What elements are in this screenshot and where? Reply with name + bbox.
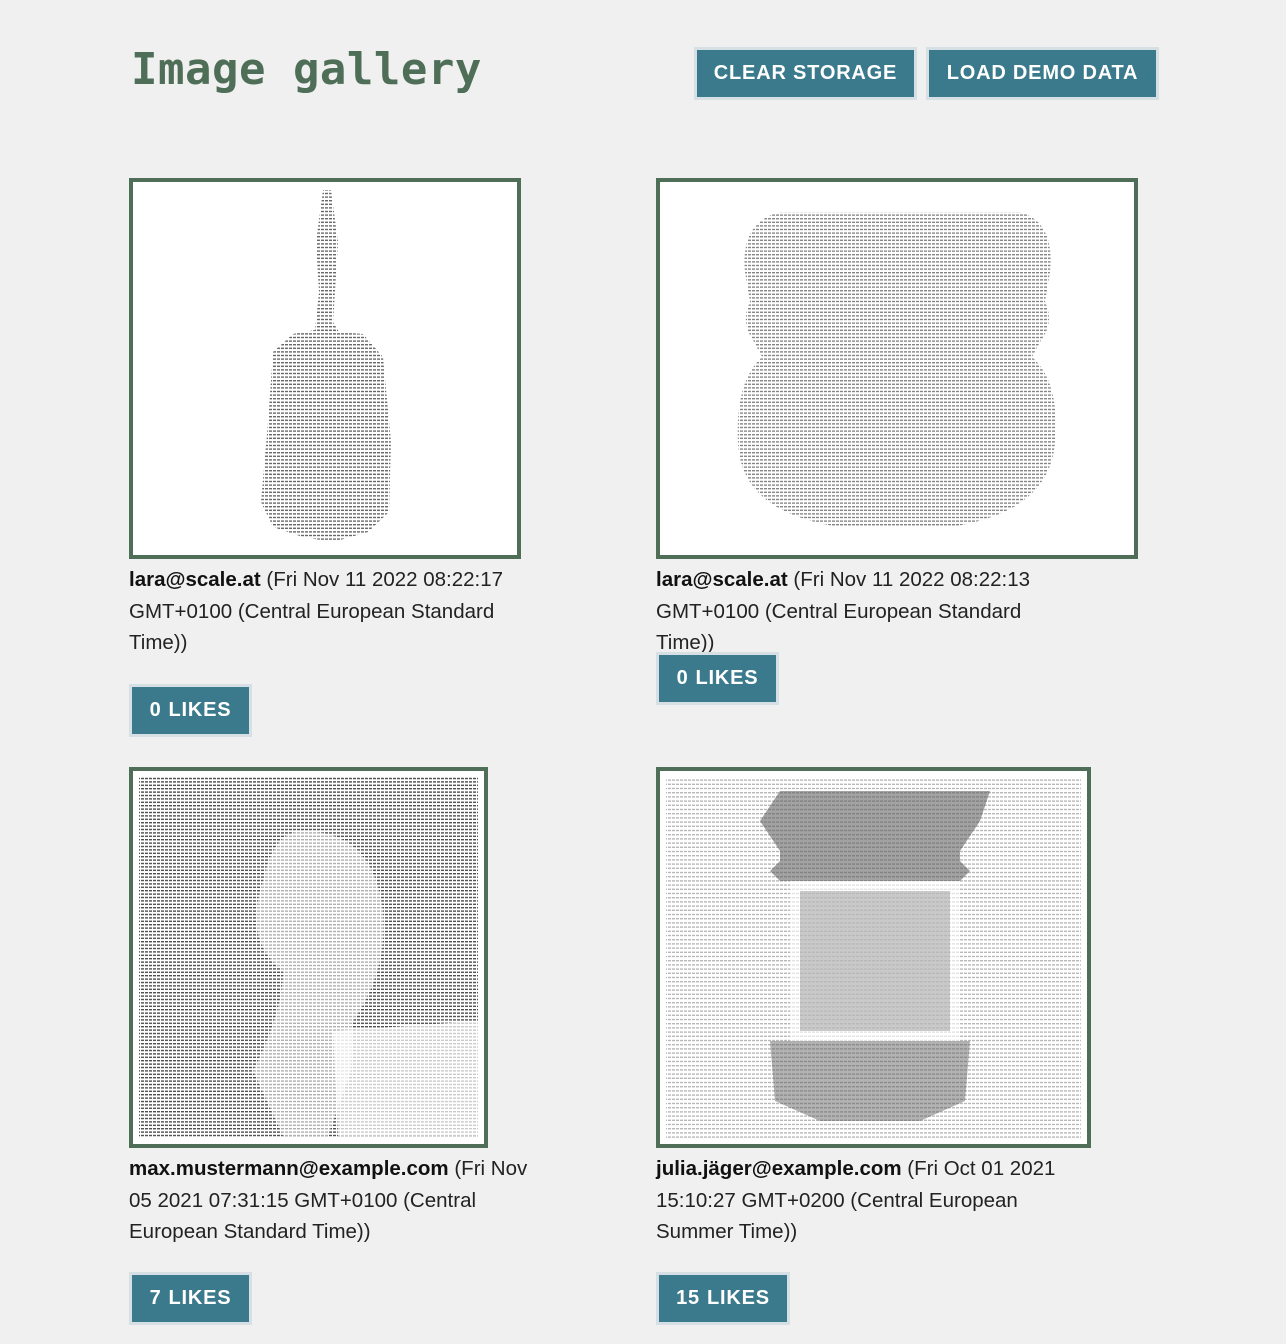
ascii-art-image xyxy=(129,178,521,559)
post-author: lara@scale.at xyxy=(129,568,261,591)
like-button[interactable]: 15 LIKES xyxy=(656,1272,790,1325)
post-author: lara@scale.at xyxy=(656,568,788,591)
like-button[interactable]: 0 LIKES xyxy=(129,684,252,737)
clear-storage-button[interactable]: CLEAR STORAGE xyxy=(694,47,917,100)
ascii-art-bottle-outline xyxy=(666,777,1081,1138)
like-count: 0 xyxy=(676,667,689,689)
page-title: Image gallery xyxy=(131,44,482,95)
like-count: 7 xyxy=(149,1287,162,1309)
gallery-page: Image gallery CLEAR STORAGE LOAD DEMO DA… xyxy=(0,0,1286,1344)
post-meta: lara@scale.at (Fri Nov 11 2022 08:22:17 … xyxy=(129,564,529,659)
ascii-art-portrait xyxy=(139,777,478,1138)
like-label: LIKES xyxy=(168,699,232,721)
ascii-art-animal-face xyxy=(737,212,1056,527)
like-count: 0 xyxy=(149,699,162,721)
like-label: LIKES xyxy=(695,667,759,689)
post-author: max.mustermann@example.com xyxy=(129,1157,449,1180)
like-label: LIKES xyxy=(706,1287,770,1309)
ascii-art-image xyxy=(129,767,488,1148)
like-button[interactable]: 0 LIKES xyxy=(656,652,779,705)
like-count: 15 xyxy=(676,1287,700,1309)
post-meta: julia.jäger@example.com (Fri Oct 01 2021… xyxy=(656,1153,1076,1248)
ascii-art-image xyxy=(656,178,1138,559)
like-label: LIKES xyxy=(168,1287,232,1309)
post-meta: max.mustermann@example.com (Fri Nov 05 2… xyxy=(129,1153,529,1248)
load-demo-data-button[interactable]: LOAD DEMO DATA xyxy=(926,47,1159,100)
post-meta: lara@scale.at (Fri Nov 11 2022 08:22:13 … xyxy=(656,564,1076,659)
post-author: julia.jäger@example.com xyxy=(656,1157,902,1180)
ascii-art-bottle xyxy=(261,190,391,542)
like-button[interactable]: 7 LIKES xyxy=(129,1272,252,1325)
ascii-art-image xyxy=(656,767,1091,1148)
